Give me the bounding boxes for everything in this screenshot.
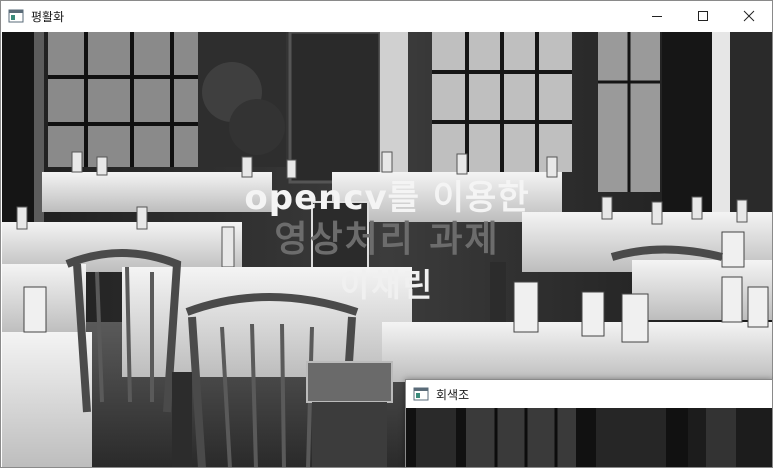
app-icon (413, 386, 429, 402)
titlebar[interactable]: 평활화 (1, 1, 772, 31)
close-button[interactable] (726, 1, 772, 31)
image-canvas[interactable] (406, 408, 772, 467)
overlay-text-line3: 이채린 (339, 266, 435, 304)
app-icon (8, 8, 24, 24)
titlebar[interactable]: 회색조 (406, 380, 772, 408)
window-title: 회색조 (436, 387, 470, 402)
window-title: 평활화 (31, 9, 65, 24)
minimize-button[interactable] (634, 1, 680, 31)
minimize-icon (652, 16, 662, 17)
maximize-icon (698, 11, 708, 21)
window-grayscale[interactable]: 회색조 (405, 379, 773, 468)
window-controls (634, 1, 772, 31)
overlay-text-line2: 영상처리 과제 (274, 219, 500, 260)
grayscale-photo (406, 408, 772, 467)
close-icon (743, 10, 755, 22)
maximize-button[interactable] (680, 1, 726, 31)
